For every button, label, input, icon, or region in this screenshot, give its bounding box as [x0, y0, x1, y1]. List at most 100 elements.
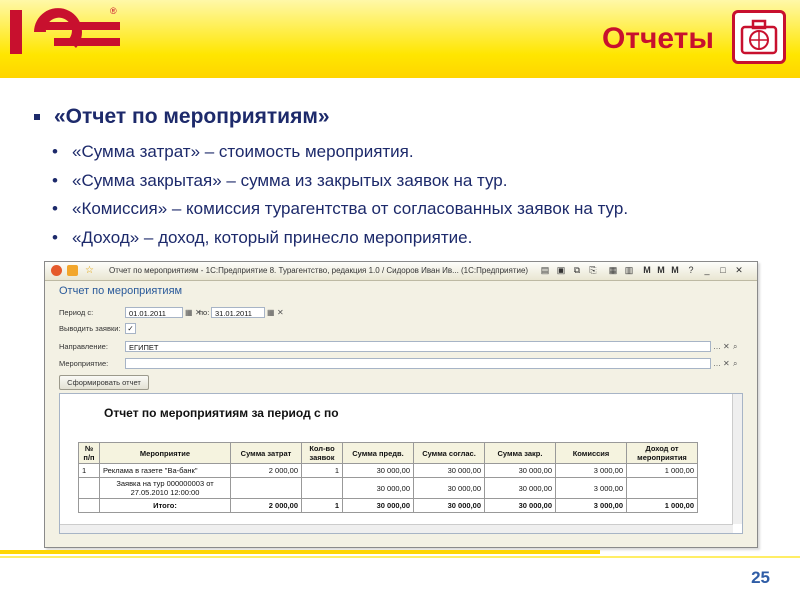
maximize-icon[interactable]: □: [717, 265, 729, 276]
bullet-square-icon: [34, 114, 40, 121]
table-header-row: № п/п Мероприятие Сумма затрат Кол-во за…: [78, 442, 698, 464]
direction-label: Направление:: [59, 342, 108, 351]
sub-bullet-4: «Доход» – доход, который принесло меропр…: [52, 228, 472, 248]
calculator-icon[interactable]: ▦: [607, 265, 619, 276]
period-to-field[interactable]: 31.01.2011: [211, 307, 265, 318]
memory-mminus-icon[interactable]: M: [669, 265, 681, 276]
suitcase-globe-icon: [732, 10, 786, 64]
memory-m-icon[interactable]: M: [641, 265, 653, 276]
cell: [301, 477, 343, 499]
generate-report-button[interactable]: Сформировать отчет: [59, 375, 149, 390]
cell: 1: [301, 498, 343, 513]
header-bar: ® Отчеты: [0, 0, 800, 78]
cell: 30 000,00: [484, 463, 556, 478]
window-titlebar[interactable]: ☆ Отчет по мероприятиям - 1С:Предприятие…: [45, 262, 757, 281]
copy-icon[interactable]: ⧉: [571, 265, 583, 276]
column-header: Сумма соглас.: [413, 442, 485, 464]
app-icon[interactable]: [51, 265, 62, 276]
footer-line-thin: [0, 556, 800, 558]
cell: 2 000,00: [230, 498, 302, 513]
slide-title: Отчеты: [601, 22, 714, 55]
sub-bullet-3: «Комиссия» – комиссия турагентства от со…: [52, 199, 628, 219]
cell: 30 000,00: [342, 463, 414, 478]
main-bullet-text: «Отчет по мероприятиям»: [54, 105, 330, 128]
table-row[interactable]: 1 Реклама в газете "Ва-банк" 2 000,00 1 …: [78, 463, 698, 478]
form-title: Отчет по мероприятиям: [59, 285, 183, 297]
direction-field[interactable]: ЕГИПЕТ: [125, 341, 711, 352]
cell: [78, 498, 100, 513]
column-header: Сумма закр.: [484, 442, 556, 464]
cell: Заявка на тур 000000003 от 27.05.2010 12…: [99, 477, 231, 499]
cell: 30 000,00: [484, 498, 556, 513]
cell: 3 000,00: [555, 463, 627, 478]
footer-line: [0, 550, 600, 554]
table-row[interactable]: Заявка на тур 000000003 от 27.05.2010 12…: [78, 477, 698, 499]
event-field[interactable]: [125, 358, 711, 369]
cell: 1 000,00: [626, 463, 698, 478]
cell: 1: [78, 463, 100, 478]
report-area: Отчет по мероприятиям за период с по № п…: [59, 393, 743, 534]
period-from-field[interactable]: 01.01.2011: [125, 307, 183, 318]
clear-icon[interactable]: ✕: [723, 341, 730, 352]
cell: 1: [301, 463, 343, 478]
paste-icon[interactable]: ⎘: [587, 265, 599, 276]
calendar-icon[interactable]: ▥: [623, 265, 635, 276]
show-requests-label: Выводить заявки:: [59, 324, 121, 333]
show-requests-checkbox[interactable]: ✓: [125, 323, 136, 334]
horizontal-scrollbar[interactable]: [60, 524, 733, 533]
sub-bullet-1: «Сумма затрат» – стоимость мероприятия.: [52, 142, 414, 162]
menu-icon[interactable]: [67, 265, 78, 276]
minimize-icon[interactable]: _: [701, 265, 713, 276]
cell: 2 000,00: [230, 463, 302, 478]
cell: [78, 477, 100, 499]
cell: [626, 477, 698, 499]
column-header: Мероприятие: [99, 442, 231, 464]
cell: Итого:: [99, 498, 231, 513]
star-icon[interactable]: ☆: [85, 265, 96, 276]
more-icon[interactable]: …: [713, 341, 721, 352]
cell: [230, 477, 302, 499]
cell: 30 000,00: [342, 477, 414, 499]
cell: 1 000,00: [626, 498, 698, 513]
save-icon[interactable]: ▣: [555, 265, 567, 276]
main-bullet: «Отчет по мероприятиям»: [34, 105, 330, 129]
total-row[interactable]: Итого: 2 000,00 1 30 000,00 30 000,00 30…: [78, 498, 698, 513]
period-label: Период с:: [59, 308, 94, 317]
close-icon[interactable]: ✕: [733, 265, 745, 276]
cell: 30 000,00: [413, 477, 485, 499]
help-icon[interactable]: ?: [685, 265, 697, 276]
column-header: № п/п: [78, 442, 100, 464]
cell: 30 000,00: [413, 463, 485, 478]
vertical-scrollbar[interactable]: [732, 394, 742, 524]
window-title: Отчет по мероприятиям - 1С:Предприятие 8…: [109, 266, 529, 275]
page-number: 25: [751, 568, 770, 587]
more-icon[interactable]: …: [713, 358, 721, 369]
column-header: Кол-во заявок: [301, 442, 343, 464]
event-label: Мероприятие:: [59, 359, 109, 368]
search-icon[interactable]: ⌕: [733, 341, 737, 352]
calendar-picker-icon[interactable]: ▦: [267, 307, 275, 318]
cell: Реклама в газете "Ва-банк": [99, 463, 231, 478]
svg-text:®: ®: [110, 6, 117, 16]
clear-icon[interactable]: ✕: [723, 358, 730, 369]
memory-mplus-icon[interactable]: M: [655, 265, 667, 276]
column-header: Доход от мероприятия: [626, 442, 698, 464]
column-header: Сумма предв.: [342, 442, 414, 464]
cell: 3 000,00: [555, 498, 627, 513]
search-icon[interactable]: ⌕: [733, 358, 737, 369]
cell: 30 000,00: [413, 498, 485, 513]
period-to-label: по:: [199, 308, 210, 317]
column-header: Сумма затрат: [230, 442, 302, 464]
print-icon[interactable]: ▤: [539, 265, 551, 276]
calendar-picker-icon[interactable]: ▦: [185, 307, 193, 318]
clear-icon[interactable]: ✕: [277, 307, 284, 318]
report-table: № п/п Мероприятие Сумма затрат Кол-во за…: [78, 442, 698, 513]
report-title: Отчет по мероприятиям за период с по: [104, 406, 339, 420]
cell: 30 000,00: [484, 477, 556, 499]
column-header: Комиссия: [555, 442, 627, 464]
report-window: ☆ Отчет по мероприятиям - 1С:Предприятие…: [44, 261, 758, 548]
sub-bullet-2: «Сумма закрытая» – сумма из закрытых зая…: [52, 171, 507, 191]
1c-logo: ®: [10, 6, 120, 54]
cell: 30 000,00: [342, 498, 414, 513]
cell: 3 000,00: [555, 477, 627, 499]
